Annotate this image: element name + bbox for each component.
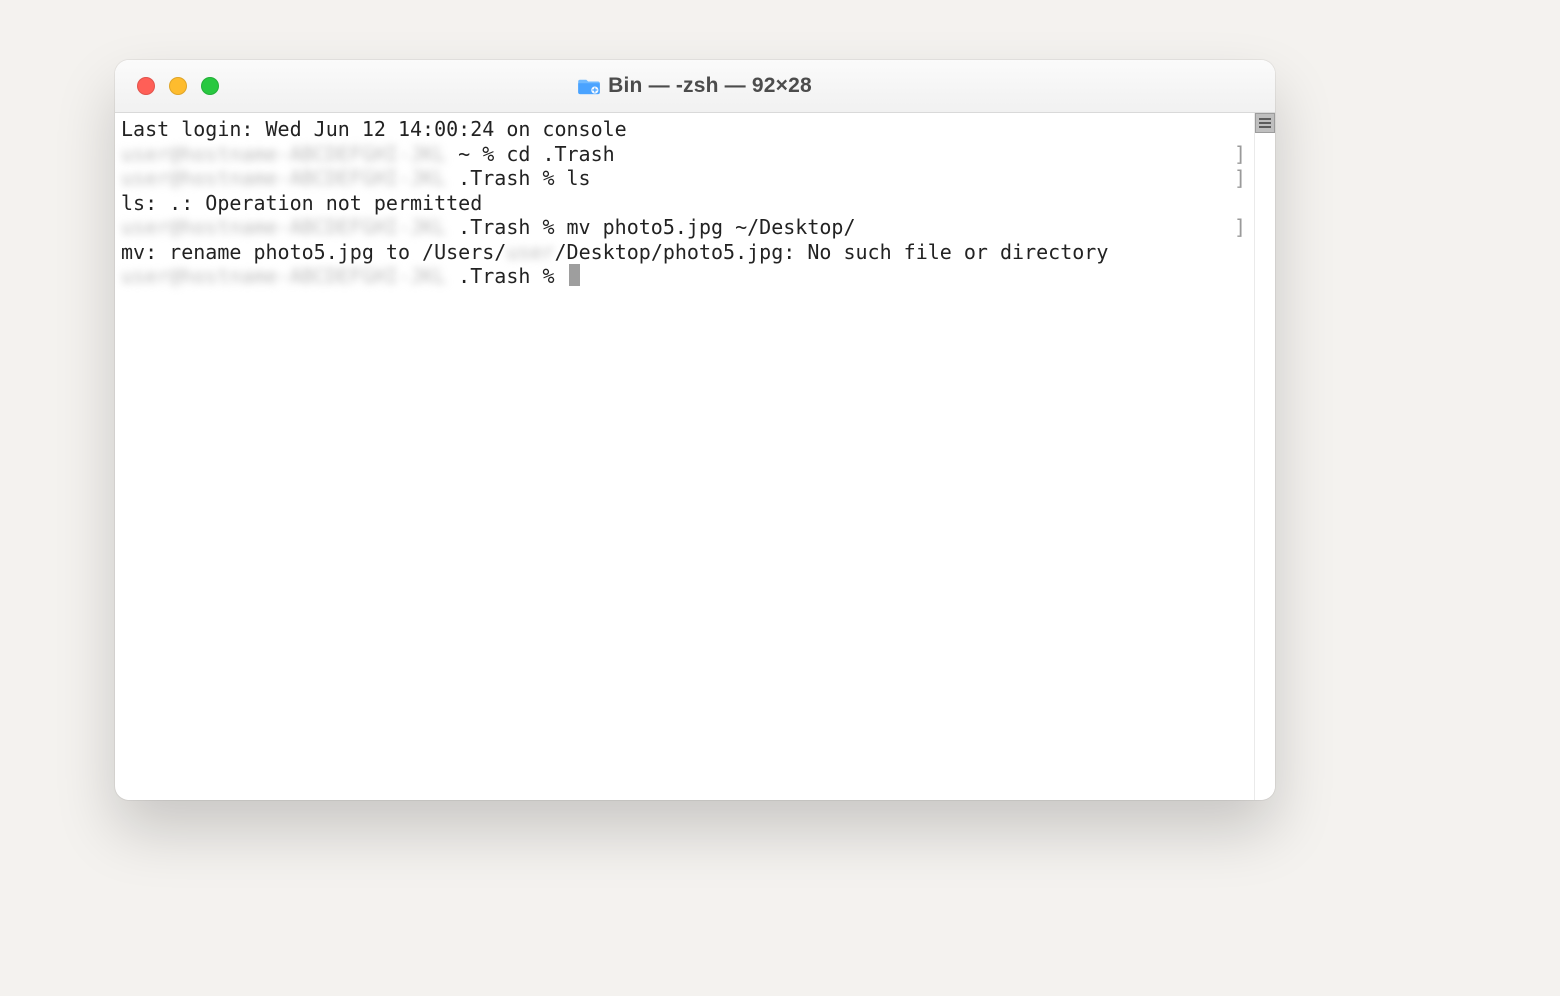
minimize-button[interactable] xyxy=(169,77,187,95)
right-bracket: ] xyxy=(1234,215,1246,240)
prompt-text: .Trash % xyxy=(446,264,566,288)
redacted-hostname: user@hostname-ABCDEFGHI-JKL xyxy=(121,166,446,191)
terminal-line: user@hostname-ABCDEFGHI-JKL .Trash % xyxy=(121,264,1248,289)
menu-icon xyxy=(1259,118,1271,128)
command-text: .Trash % ls xyxy=(446,166,591,190)
window-controls xyxy=(137,77,219,95)
command-text: ~ % cd .Trash xyxy=(446,142,615,166)
scrollbar-up-button[interactable] xyxy=(1255,113,1275,133)
terminal-line: user@hostname-ABCDEFGHI-JKL .Trash % ls] xyxy=(121,166,1248,191)
error-text: /Desktop/photo5.jpg: No such file or dir… xyxy=(554,240,1108,264)
right-bracket: ] xyxy=(1234,166,1246,191)
zoom-button[interactable] xyxy=(201,77,219,95)
right-bracket: ] xyxy=(1234,142,1246,167)
folder-icon xyxy=(578,77,600,95)
scrollbar[interactable] xyxy=(1254,113,1275,800)
login-line: Last login: Wed Jun 12 14:00:24 on conso… xyxy=(121,117,627,141)
window-title-text: Bin — -zsh — 92×28 xyxy=(608,74,812,98)
error-text: ls: .: Operation not permitted xyxy=(121,191,482,215)
terminal-line: ls: .: Operation not permitted xyxy=(121,191,1248,216)
error-text: mv: rename photo5.jpg to /Users/ xyxy=(121,240,506,264)
close-button[interactable] xyxy=(137,77,155,95)
terminal-line: Last login: Wed Jun 12 14:00:24 on conso… xyxy=(121,117,1248,142)
redacted-hostname: user@hostname-ABCDEFGHI-JKL xyxy=(121,142,446,167)
terminal-output[interactable]: Last login: Wed Jun 12 14:00:24 on conso… xyxy=(115,113,1254,800)
terminal-line: mv: rename photo5.jpg to /Users/user/Des… xyxy=(121,240,1248,265)
titlebar: Bin — -zsh — 92×28 xyxy=(115,60,1275,113)
cursor xyxy=(569,264,580,286)
terminal-window: Bin — -zsh — 92×28 Last login: Wed Jun 1… xyxy=(115,60,1275,800)
redacted-username: user xyxy=(506,240,554,265)
terminal-line: user@hostname-ABCDEFGHI-JKL .Trash % mv … xyxy=(121,215,1248,240)
window-title: Bin — -zsh — 92×28 xyxy=(115,74,1275,98)
redacted-hostname: user@hostname-ABCDEFGHI-JKL xyxy=(121,215,446,240)
redacted-hostname: user@hostname-ABCDEFGHI-JKL xyxy=(121,264,446,289)
command-text: .Trash % mv photo5.jpg ~/Desktop/ xyxy=(446,215,855,239)
terminal-line: user@hostname-ABCDEFGHI-JKL ~ % cd .Tras… xyxy=(121,142,1248,167)
